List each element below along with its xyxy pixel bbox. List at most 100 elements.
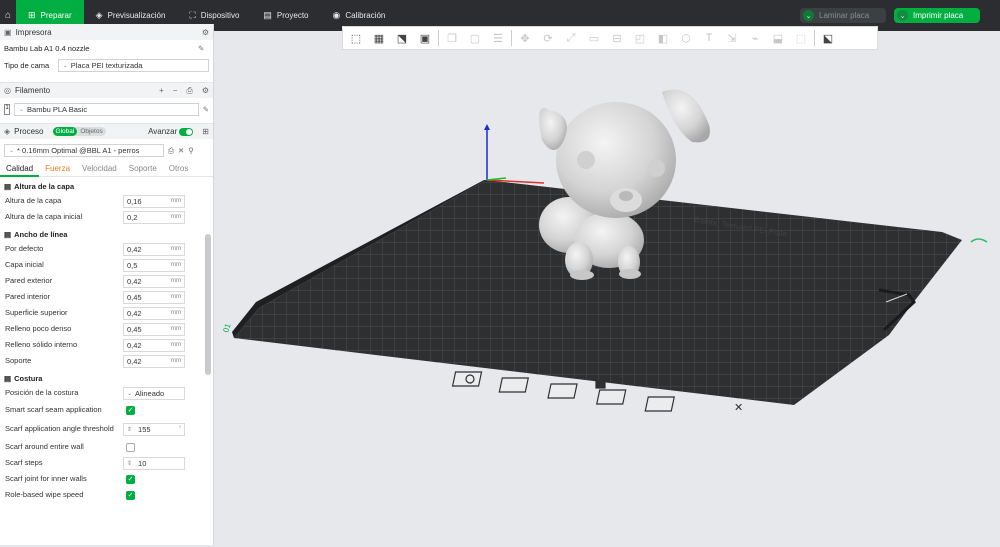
scarf-steps-spinner[interactable]: ⇕ 10 (123, 456, 185, 470)
rotate-icon[interactable]: ⟳ (538, 29, 558, 47)
setting-value[interactable]: 0,42 (127, 277, 142, 286)
filament-icon: ◎ (4, 86, 11, 95)
print-plate-button[interactable]: ⌄ Imprimir placa (894, 8, 980, 23)
global-toggle-option[interactable]: Global (52, 127, 78, 136)
search-icon[interactable]: ⚲ (188, 146, 194, 155)
view-cube-hint-icon[interactable] (970, 238, 988, 243)
setting-value[interactable]: 0,45 (127, 293, 142, 302)
color-paint-icon[interactable]: ⬓ (768, 29, 788, 47)
setting-input[interactable]: 0,42 mm (123, 354, 185, 368)
assembly-icon[interactable]: ⬕ (818, 29, 838, 47)
project-icon: ▤ (263, 10, 272, 20)
global-toggle[interactable]: Global Objetos (52, 127, 106, 136)
setting-input[interactable]: 0,2 mm (123, 210, 185, 224)
filament-select[interactable]: ⌄ Bambu PLA Basic (14, 103, 199, 116)
setting-row: Pared exterior 0,42 mm (0, 273, 213, 289)
setting-value[interactable]: 0,45 (127, 325, 142, 334)
bed-type-select[interactable]: ⌄ Placa PEI texturizada (57, 59, 209, 72)
setting-input[interactable]: 0,42 mm (123, 306, 185, 320)
plate-delete-button[interactable]: ✕ (644, 396, 743, 414)
seam-position-select[interactable]: ⌄ Alineado (123, 386, 185, 400)
add-plate-icon[interactable]: ▦ (369, 29, 389, 47)
gear-icon[interactable]: ⚙ (202, 28, 209, 37)
wipe-speed-checkbox[interactable]: ✓ (126, 490, 135, 500)
close-icon[interactable]: ✕ (178, 146, 184, 155)
advanced-toggle[interactable] (179, 127, 194, 136)
text-icon[interactable]: T (699, 29, 719, 47)
tab-soporte[interactable]: Soporte (123, 164, 163, 173)
edit-icon[interactable]: ✎ (203, 105, 209, 114)
plate-select-button[interactable] (451, 371, 483, 387)
plate-orient-button[interactable] (596, 389, 627, 405)
setting-value[interactable]: 0,16 (127, 197, 142, 206)
setting-input[interactable]: 0,42 mm (123, 338, 185, 352)
remove-icon[interactable]: − (173, 86, 178, 96)
support-paint-icon[interactable]: ⇲ (722, 29, 742, 47)
setting-value[interactable]: 10 (138, 459, 146, 468)
tab-calidad[interactable]: Calidad (0, 161, 40, 177)
mesh-icon[interactable]: ⬡ (676, 29, 696, 47)
split-icon[interactable]: ◰ (630, 29, 650, 47)
sidebar-scrollbar[interactable] (205, 234, 211, 375)
setting-value[interactable]: 0,42 (127, 341, 142, 350)
add-icon[interactable]: + (159, 86, 164, 96)
setting-value[interactable]: 0,42 (127, 245, 142, 254)
lay-flat-icon[interactable]: ▭ (584, 29, 604, 47)
sync-icon[interactable]: ⎙ (186, 86, 192, 96)
tab-fuerza[interactable]: Fuerza (39, 164, 76, 173)
setting-value[interactable]: 0,42 (127, 357, 142, 366)
compare-icon[interactable]: ⊞ (202, 127, 209, 136)
unit-label: mm (171, 278, 181, 284)
setting-value[interactable]: 0,5 (127, 261, 137, 270)
measure-icon[interactable]: ⬚ (791, 29, 811, 47)
process-preset-select[interactable]: ⌄ * 0.16mm Optimal @BBL A1 - perros (4, 144, 164, 157)
chevron-down-icon[interactable]: ⌄ (897, 10, 908, 21)
tab-velocidad[interactable]: Velocidad (76, 164, 123, 173)
setting-input[interactable]: 0,42 mm (123, 274, 185, 288)
scarf-angle-spinner[interactable]: ⇕ 155 ° (123, 422, 185, 436)
copy-icon[interactable]: ❐ (442, 29, 462, 47)
add-object-icon[interactable]: ⬚ (346, 29, 366, 47)
setting-input[interactable]: 0,45 mm (123, 290, 185, 304)
paste-icon[interactable]: ▢ (465, 29, 485, 47)
setting-label: Pared exterior (5, 276, 53, 285)
spinner-arrows-icon[interactable]: ⇕ (127, 460, 132, 467)
filament-slot[interactable]: 1 (4, 104, 10, 115)
layers-icon[interactable]: ☰ (488, 29, 508, 47)
tab-proyecto[interactable]: ▤ Proyecto (251, 0, 320, 31)
setting-input[interactable]: 0,16 mm (123, 194, 185, 208)
chevron-down-icon[interactable]: ⌄ (803, 10, 814, 21)
save-icon[interactable]: ⎙ (168, 146, 174, 156)
scarf-inner-checkbox[interactable]: ✓ (126, 474, 135, 484)
cut-icon[interactable]: ⊟ (607, 29, 627, 47)
seam-paint-icon[interactable]: ⌁ (745, 29, 765, 47)
slice-plate-button[interactable]: ⌄ Laminar placa (800, 8, 886, 23)
plate-arrange-button[interactable] (547, 383, 578, 399)
chevron-down-icon: ⌄ (62, 63, 68, 69)
setting-value[interactable]: 155 (138, 425, 173, 434)
setting-input[interactable]: 0,42 mm (123, 242, 185, 256)
viewport-canvas[interactable]: Bambu Textured PEI Plate 01 ✕ (214, 50, 1000, 545)
scarf-around-checkbox[interactable] (126, 442, 135, 452)
tab-otros[interactable]: Otros (163, 164, 195, 173)
orient-icon[interactable]: ⬔ (392, 29, 412, 47)
setting-row: Superficie superior 0,42 mm (0, 305, 213, 321)
spinner-arrows-icon[interactable]: ⇕ (127, 426, 132, 433)
boolean-icon[interactable]: ◧ (653, 29, 673, 47)
setting-input[interactable]: 0,45 mm (123, 322, 185, 336)
arrange-icon[interactable]: ▣ (415, 29, 435, 47)
3d-viewport[interactable]: Bambu Textured PEI Plate 01 ✕ (214, 50, 1000, 545)
printer-name[interactable]: Bambu Lab A1 0.4 nozzle (4, 44, 194, 53)
scale-icon[interactable]: ⤢ (561, 29, 581, 47)
gear-icon[interactable]: ⚙ (202, 86, 209, 96)
edit-icon[interactable]: ✎ (198, 44, 204, 53)
setting-row: Soporte 0,42 mm (0, 353, 213, 369)
move-icon[interactable]: ✥ (515, 29, 535, 47)
objects-toggle-option[interactable]: Objetos (77, 127, 105, 136)
setting-value[interactable]: 0,42 (127, 309, 142, 318)
unit-label: mm (171, 246, 181, 252)
bed-type-label: Tipo de cama (4, 61, 50, 70)
setting-input[interactable]: 0,5 mm (123, 258, 185, 272)
setting-value[interactable]: 0,2 (127, 213, 137, 222)
smart-scarf-checkbox[interactable]: ✓ (126, 405, 135, 415)
